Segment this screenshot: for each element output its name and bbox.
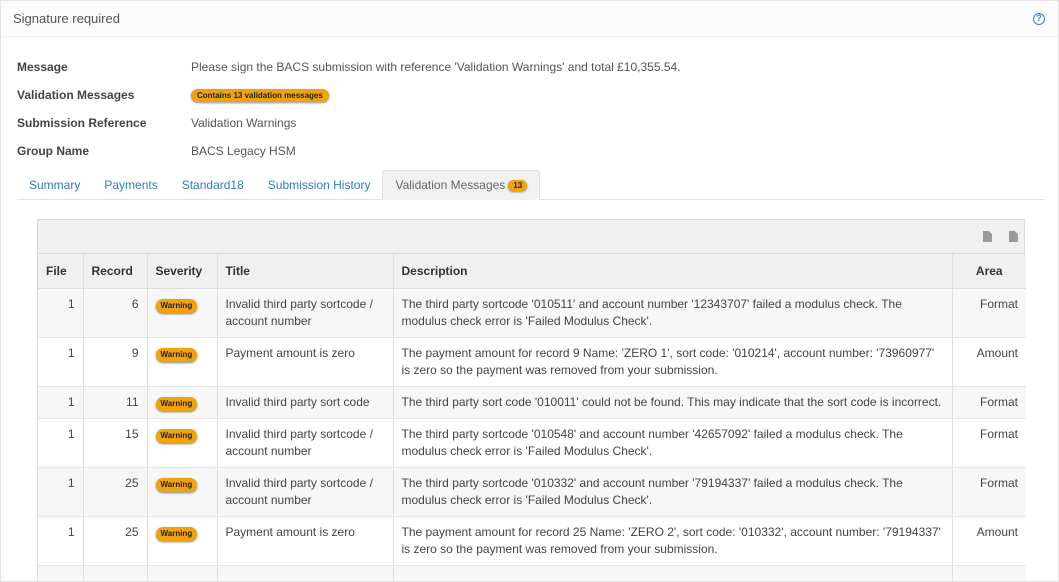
tab-label: Summary — [29, 178, 81, 192]
cell-description: The payment amount for record 25 Name: '… — [393, 516, 953, 566]
cell-severity: Warning — [147, 418, 218, 468]
cell-file: 1 — [38, 418, 84, 468]
validation-count-badge: Contains 13 validation messages — [191, 88, 329, 102]
export-excel-icon[interactable] — [1009, 231, 1018, 242]
cell-area: Format — [952, 467, 1026, 517]
validation-messages-label: Validation Messages — [17, 88, 135, 102]
tab-summary[interactable]: Summary — [17, 171, 92, 199]
group-name-label: Group Name — [17, 144, 90, 158]
cell-severity: Warning — [147, 386, 218, 419]
message-value: Please sign the BACS submission with ref… — [191, 60, 681, 74]
table-row[interactable]: 1 25 Warning Invalid third party sortcod… — [38, 467, 1026, 517]
table-row[interactable] — [38, 565, 1026, 581]
cell-title: Invalid third party sort code — [217, 386, 394, 419]
cell-severity: Warning — [147, 516, 218, 566]
tab-standard18[interactable]: Standard18 — [170, 171, 256, 199]
cell-record: 15 — [83, 418, 148, 468]
grid-toolbar — [38, 220, 1024, 254]
cell-record: 9 — [83, 337, 148, 387]
table-row[interactable]: 1 6 Warning Invalid third party sortcode… — [38, 288, 1026, 338]
warning-badge: Warning — [155, 347, 198, 362]
signature-panel: Signature required ? Message Please sign… — [0, 0, 1059, 582]
cell-area: Format — [952, 418, 1026, 468]
cell-file: 1 — [38, 516, 84, 566]
submission-info: Message Please sign the BACS submission … — [17, 53, 681, 165]
cell-area: Amount — [952, 516, 1026, 566]
tab-label: Submission History — [267, 178, 371, 192]
column-header-severity[interactable]: Severity — [147, 254, 218, 289]
column-header-description[interactable]: Description — [393, 254, 953, 289]
cell-file: 1 — [38, 386, 84, 419]
validation-table: File Record Severity Title Description A… — [38, 254, 1026, 581]
warning-badge: Warning — [155, 477, 198, 492]
cell-title: Payment amount is zero — [217, 516, 394, 566]
warning-badge: Warning — [155, 396, 198, 411]
table-row[interactable]: 1 11 Warning Invalid third party sort co… — [38, 386, 1026, 419]
group-name-value: BACS Legacy HSM — [191, 144, 296, 158]
tab-label: Validation Messages — [395, 178, 506, 192]
tab-label: Standard18 — [181, 178, 244, 192]
column-header-area[interactable]: Area — [952, 254, 1026, 289]
panel-title: Signature required — [13, 11, 120, 26]
cell-file: 1 — [38, 288, 84, 338]
tab-bar: Summary Payments Standard18 Submission H… — [17, 170, 1044, 200]
cell-description: The third party sortcode '010332' and ac… — [393, 467, 953, 517]
cell-area: Amount — [952, 337, 1026, 387]
table-row[interactable]: 1 25 Warning Payment amount is zero The … — [38, 516, 1026, 566]
cell-severity: Warning — [147, 337, 218, 387]
table-row[interactable]: 1 15 Warning Invalid third party sortcod… — [38, 418, 1026, 468]
table-row[interactable]: 1 9 Warning Payment amount is zero The p… — [38, 337, 1026, 387]
column-header-record[interactable]: Record — [83, 254, 148, 289]
warning-badge: Warning — [155, 298, 198, 313]
cell-severity: Warning — [147, 467, 218, 517]
cell-description: The third party sort code '010011' could… — [393, 386, 953, 419]
message-label: Message — [17, 60, 68, 74]
cell-record: 6 — [83, 288, 148, 338]
export-csv-icon[interactable] — [983, 231, 992, 242]
cell-area: Format — [952, 386, 1026, 419]
cell-record: 25 — [83, 467, 148, 517]
tab-label: Payments — [104, 178, 158, 192]
cell-title: Invalid third party sortcode / account n… — [217, 467, 394, 517]
tab-count-badge: 13 — [508, 179, 528, 191]
warning-badge: Warning — [155, 428, 198, 443]
tab-validation-messages[interactable]: Validation Messages 13 — [382, 170, 541, 200]
cell-title: Invalid third party sortcode / account n… — [217, 288, 394, 338]
cell-file: 1 — [38, 467, 84, 517]
column-header-file[interactable]: File — [38, 254, 84, 289]
warning-badge: Warning — [155, 526, 198, 541]
cell-record: 11 — [83, 386, 148, 419]
column-header-title[interactable]: Title — [217, 254, 394, 289]
cell-description: The third party sortcode '010548' and ac… — [393, 418, 953, 468]
question-circle-icon[interactable]: ? — [1033, 12, 1045, 25]
submission-reference-label: Submission Reference — [17, 116, 147, 130]
tab-payments[interactable]: Payments — [92, 171, 169, 199]
table-header-row: File Record Severity Title Description A… — [38, 254, 1026, 289]
tab-submission-history[interactable]: Submission History — [256, 171, 383, 199]
cell-record: 25 — [83, 516, 148, 566]
cell-title: Invalid third party sortcode / account n… — [217, 418, 394, 468]
cell-title: Payment amount is zero — [217, 337, 394, 387]
cell-file: 1 — [38, 337, 84, 387]
cell-description: The payment amount for record 9 Name: 'Z… — [393, 337, 953, 387]
cell-severity: Warning — [147, 288, 218, 338]
validation-grid: File Record Severity Title Description A… — [37, 219, 1026, 581]
cell-description: The third party sortcode '010511' and ac… — [393, 288, 953, 338]
panel-header: Signature required ? — [1, 1, 1058, 37]
submission-reference-value: Validation Warnings — [191, 116, 297, 130]
cell-area: Format — [952, 288, 1026, 338]
